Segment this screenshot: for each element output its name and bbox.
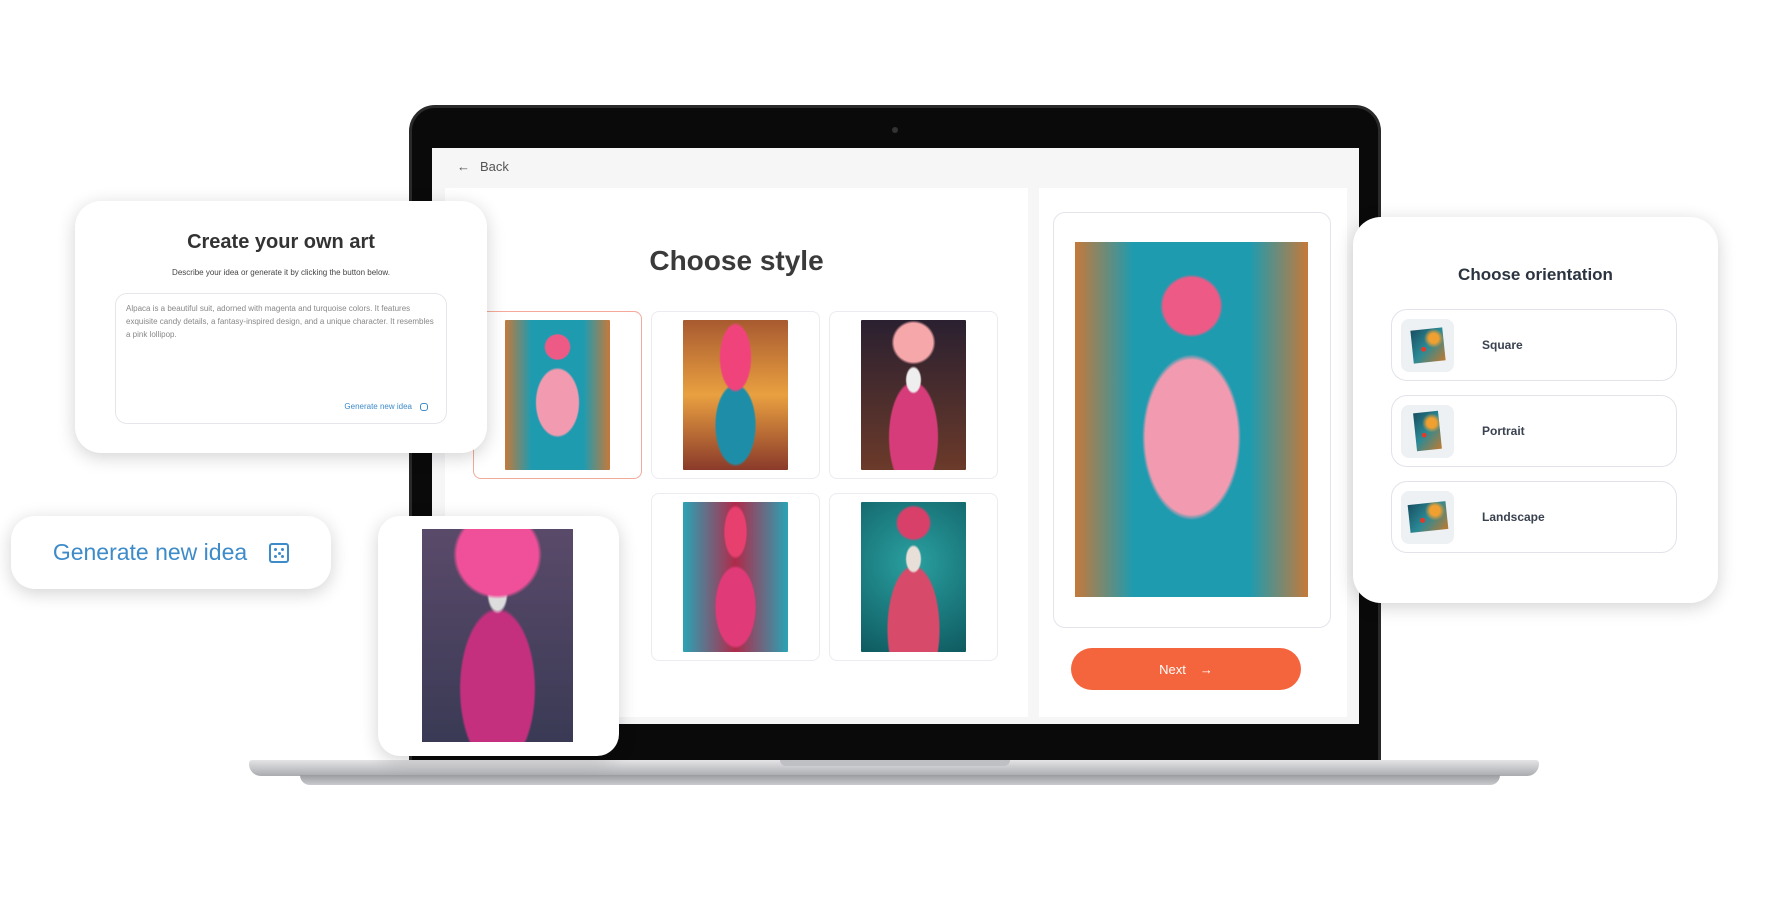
prompt-textarea[interactable]: Alpaca is a beautiful suit, adorned with… — [115, 293, 447, 424]
art-thumbnail — [1409, 326, 1446, 364]
create-art-subtitle: Describe your idea or generate it by cli… — [172, 268, 390, 277]
landscape-thumbnail — [1401, 490, 1454, 544]
next-button[interactable]: Next → — [1071, 648, 1301, 690]
orientation-title: Choose orientation — [1458, 265, 1613, 284]
style-image — [861, 502, 966, 652]
square-thumbnail — [1401, 318, 1454, 372]
preview-image — [1075, 242, 1308, 597]
art-thumbnail — [1413, 410, 1442, 452]
style-image — [505, 320, 610, 470]
style-option-5[interactable] — [829, 493, 998, 661]
laptop-notch — [780, 760, 1010, 766]
style-option-2[interactable] — [651, 311, 820, 479]
camera — [892, 127, 898, 133]
style-image — [861, 320, 966, 470]
back-link[interactable]: ← Back — [457, 159, 509, 174]
art-image — [422, 529, 573, 742]
dice-icon — [420, 402, 428, 411]
floating-art-card — [378, 516, 619, 756]
portrait-thumbnail — [1401, 404, 1454, 458]
style-image — [683, 502, 788, 652]
orientation-option-portrait[interactable]: Portrait — [1391, 395, 1677, 467]
laptop-base-bottom — [300, 775, 1500, 785]
arrow-right-icon: → — [1199, 661, 1213, 677]
style-option-3[interactable] — [829, 311, 998, 479]
style-option-4[interactable] — [651, 493, 820, 661]
generate-idea-link[interactable]: Generate new idea — [344, 400, 428, 413]
art-thumbnail — [1407, 501, 1448, 533]
generate-idea-button[interactable]: Generate new idea — [11, 516, 331, 589]
arrow-left-icon: ← — [457, 159, 470, 174]
create-art-card: Create your own art Describe your idea o… — [75, 201, 487, 453]
dice-icon — [269, 542, 290, 563]
orientation-option-square[interactable]: Square — [1391, 309, 1677, 381]
orientation-option-landscape[interactable]: Landscape — [1391, 481, 1677, 553]
style-option-1[interactable] — [473, 311, 642, 479]
page-title: Choose style — [649, 245, 824, 276]
create-art-title: Create your own art — [187, 231, 375, 253]
style-image — [683, 320, 788, 470]
orientation-card: Choose orientation Square Portrait Lands… — [1353, 217, 1718, 603]
